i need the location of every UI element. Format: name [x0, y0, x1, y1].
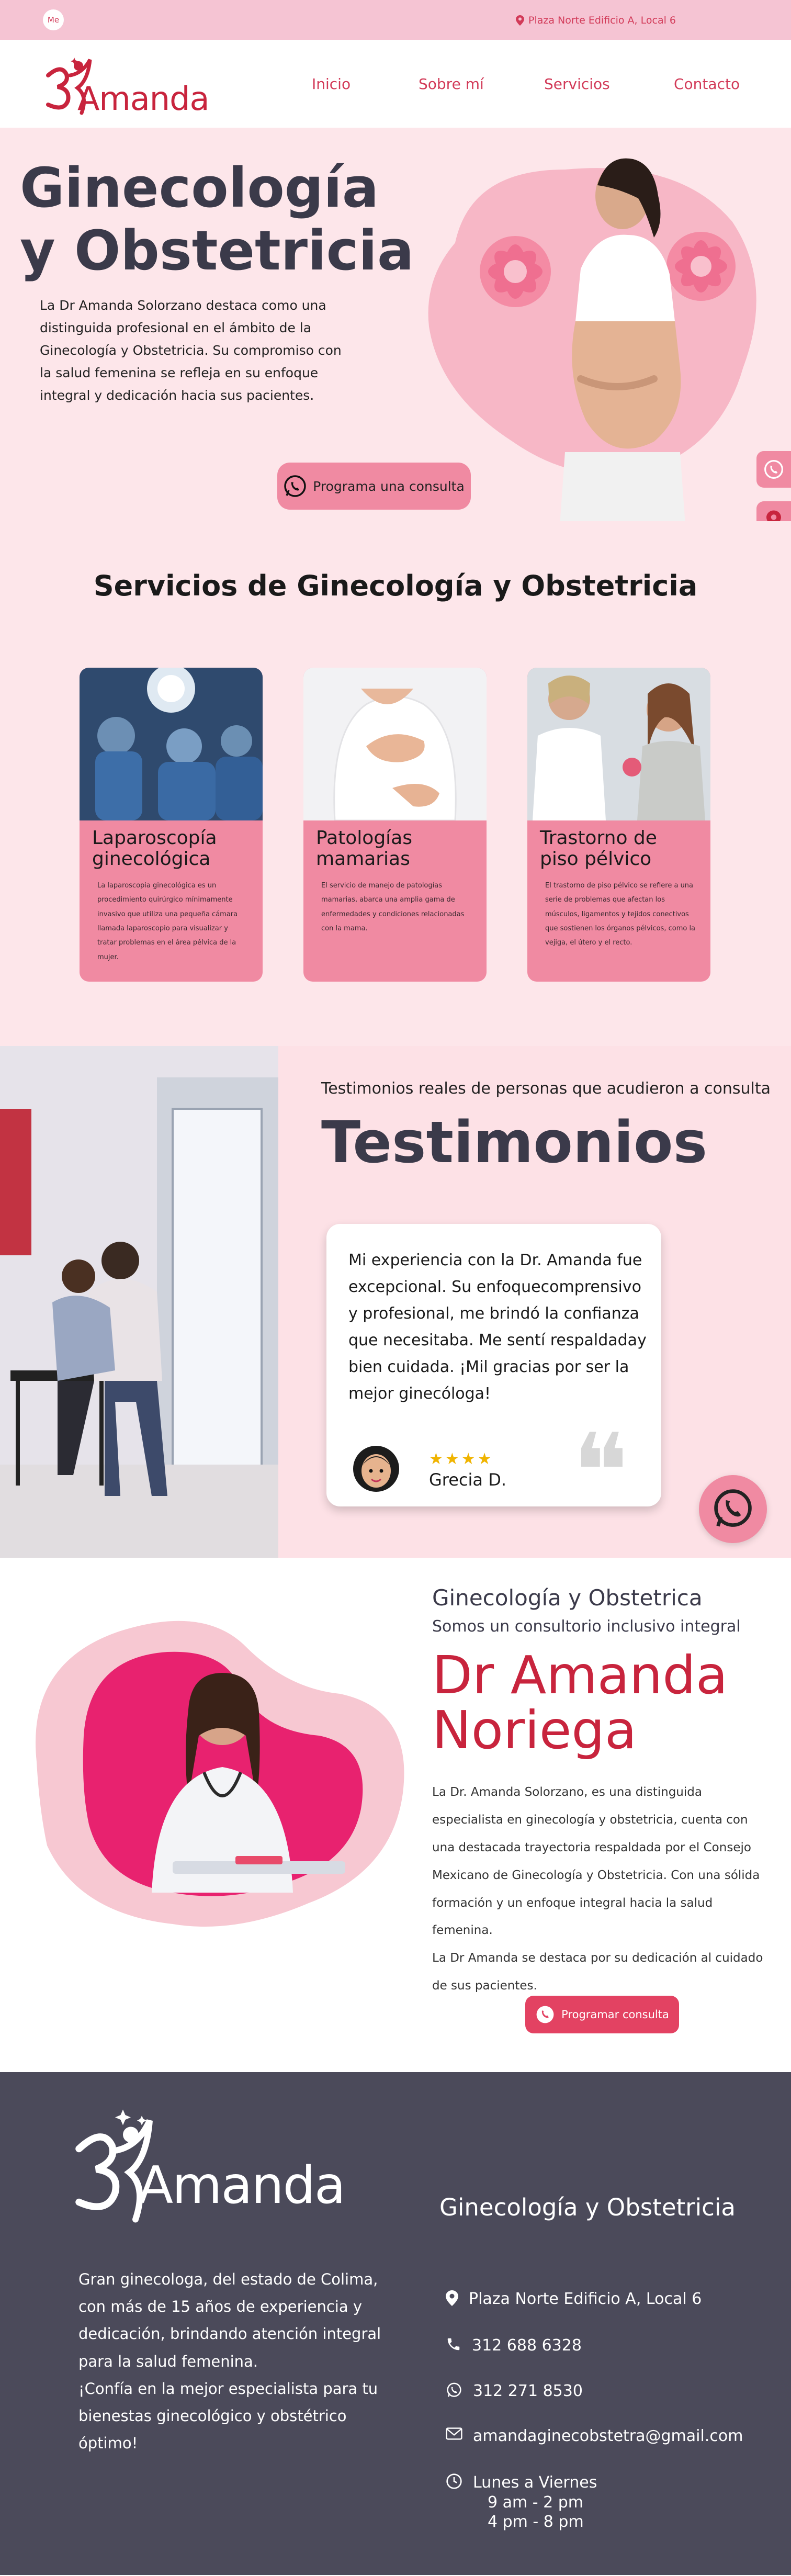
whatsapp-icon: [764, 460, 783, 479]
footer-hours-block: Lunes a Viernes 9 am - 2 pm 4 pm - 8 pm: [473, 2473, 597, 2532]
location-pin-icon: [446, 2290, 458, 2306]
main-nav: Amanda Inicio Sobre mí Servicios Contact…: [0, 40, 791, 128]
footer-logo[interactable]: Amanda: [68, 2103, 346, 2224]
schedule-consultation-label: Programa una consulta: [313, 478, 465, 494]
nav-link-contacto[interactable]: Contacto: [674, 75, 740, 93]
service-card-pelvic-floor[interactable]: Trastorno de piso pélvico El trastorno d…: [527, 668, 710, 982]
footer-whatsapp-text: 312 271 8530: [473, 2382, 583, 2400]
footer-whatsapp[interactable]: 312 271 8530: [446, 2382, 583, 2400]
mail-icon: [446, 2427, 462, 2440]
whatsapp-icon: [536, 2006, 554, 2023]
program-consultation-label: Programar consulta: [561, 2008, 669, 2021]
footer-email[interactable]: amandaginecobstetra@gmail.com: [446, 2427, 743, 2445]
about-tagline: Somos un consultorio inclusivo integral: [432, 1617, 741, 1636]
footer-hours: Lunes a Viernes 9 am - 2 pm 4 pm - 8 pm: [446, 2473, 597, 2532]
footer-days: Lunes a Viernes: [473, 2473, 597, 2492]
footer: Amanda Gran ginecologa, del estado de Co…: [0, 2072, 791, 2575]
top-address-text: Plaza Norte Edificio A, Local 6: [528, 15, 676, 26]
about-subtitle: Ginecología y Obstetrica: [432, 1585, 703, 1611]
service-card-title: Patologías mamarias: [316, 827, 412, 870]
service-card-laparoscopy[interactable]: Laparoscopía ginecológica La laparoscopi…: [80, 668, 263, 982]
footer-hours-morning: 9 am - 2 pm: [488, 2493, 584, 2512]
service-card-text: El servicio de manejo de patologías mama…: [321, 882, 465, 933]
location-pin-icon: [766, 510, 781, 521]
floating-whatsapp-button[interactable]: [699, 1475, 767, 1543]
doctor-name: Dr Amanda Noriega: [432, 1645, 728, 1761]
doctor-portrait: [36, 1621, 404, 1927]
doctor-bio-paragraph: La Dr Amanda se destaca por su dedicació…: [432, 1951, 763, 1993]
testimonials-photo: [0, 1046, 278, 1558]
reviewer-avatar: [347, 1438, 405, 1496]
top-address[interactable]: Plaza Norte Edificio A, Local 6: [515, 15, 676, 26]
whatsapp-icon: [714, 1489, 752, 1527]
testimonials-title: Testimonios: [321, 1109, 708, 1176]
testimonials-eyebrow: Testimonios reales de personas que acudi…: [321, 1079, 771, 1098]
side-whatsapp-button[interactable]: [756, 451, 791, 488]
footer-logo-text: Amanda: [138, 2156, 346, 2215]
clock-icon: [446, 2473, 462, 2489]
testimonial-quote: Mi experiencia con la Dr. Amanda fue exc…: [348, 1251, 647, 1403]
top-bar: Me Plaza Norte Edificio A, Local 6: [0, 0, 791, 40]
program-consultation-button[interactable]: Programar consulta: [525, 1996, 679, 2033]
service-photo-breast: [303, 668, 487, 822]
hero-title: Ginecología y Obstetricia: [20, 156, 414, 283]
doctor-bio-paragraph: La Dr. Amanda Solorzano, es una distingu…: [432, 1785, 760, 1938]
testimonials-section: Testimonios reales de personas que acudi…: [0, 1046, 791, 1558]
reviewer-name: Grecia D.: [429, 1470, 507, 1490]
footer-description-paragraph: Gran ginecologa, del estado de Colima, c…: [78, 2270, 381, 2370]
nav-links: Inicio Sobre mí Servicios Contacto: [0, 75, 791, 96]
me-badge[interactable]: Me: [43, 9, 64, 30]
service-card-text: El trastorno de piso pélvico se refiere …: [545, 882, 696, 947]
services-title: Servicios de Ginecología y Obstetricia: [93, 569, 698, 602]
whatsapp-icon: [447, 2382, 461, 2397]
footer-hours-evening: 4 pm - 8 pm: [488, 2513, 584, 2531]
footer-email-text: amandaginecobstetra@gmail.com: [473, 2427, 743, 2445]
doctor-bio: La Dr. Amanda Solorzano, es una distingu…: [432, 1779, 767, 2000]
side-contact-icons: [756, 451, 791, 521]
footer-heading: Ginecología y Obstetricia: [439, 2193, 736, 2221]
whatsapp-icon: [284, 475, 306, 497]
footer-address[interactable]: Plaza Norte Edificio A, Local 6: [446, 2290, 702, 2308]
footer-description-paragraph: ¡Confía en la mejor especialista para tu…: [78, 2379, 378, 2453]
hero-text: La Dr Amanda Solorzano destaca como una …: [40, 298, 342, 403]
footer-description: Gran ginecologa, del estado de Colima, c…: [78, 2266, 382, 2457]
schedule-consultation-button[interactable]: Programa una consulta: [277, 463, 471, 510]
service-photo-surgery: [80, 668, 263, 820]
service-card-title: Trastorno de piso pélvico: [540, 827, 657, 870]
service-card-breast[interactable]: Patologías mamarias El servicio de manej…: [303, 668, 487, 982]
footer-phone-text: 312 688 6328: [472, 2336, 582, 2355]
rating-stars: ★★★★: [429, 1450, 494, 1468]
testimonial-card: Mi experiencia con la Dr. Amanda fue exc…: [326, 1224, 661, 1525]
service-card-title: Laparoscopía ginecológica: [92, 827, 217, 870]
about-section: Ginecología y Obstetrica Somos un consul…: [0, 1558, 791, 2072]
service-card-text: La laparoscopia ginecológica es un proce…: [97, 882, 238, 961]
hero-section: Ginecología y Obstetricia La Dr Amanda S…: [0, 128, 791, 521]
phone-icon: [447, 2338, 460, 2350]
service-photo-pelvic: [527, 668, 710, 820]
nav-link-inicio[interactable]: Inicio: [312, 75, 351, 93]
footer-address-text: Plaza Norte Edificio A, Local 6: [469, 2290, 702, 2308]
nav-link-servicios[interactable]: Servicios: [544, 75, 610, 93]
services-section: Servicios de Ginecología y Obstetricia L…: [0, 521, 791, 1046]
nav-link-sobre-mi[interactable]: Sobre mí: [419, 75, 484, 93]
side-location-button[interactable]: [756, 501, 791, 521]
footer-phone[interactable]: 312 688 6328: [446, 2336, 582, 2355]
quote-mark-icon: ❝: [572, 1411, 629, 1533]
location-pin-icon: [515, 15, 524, 26]
